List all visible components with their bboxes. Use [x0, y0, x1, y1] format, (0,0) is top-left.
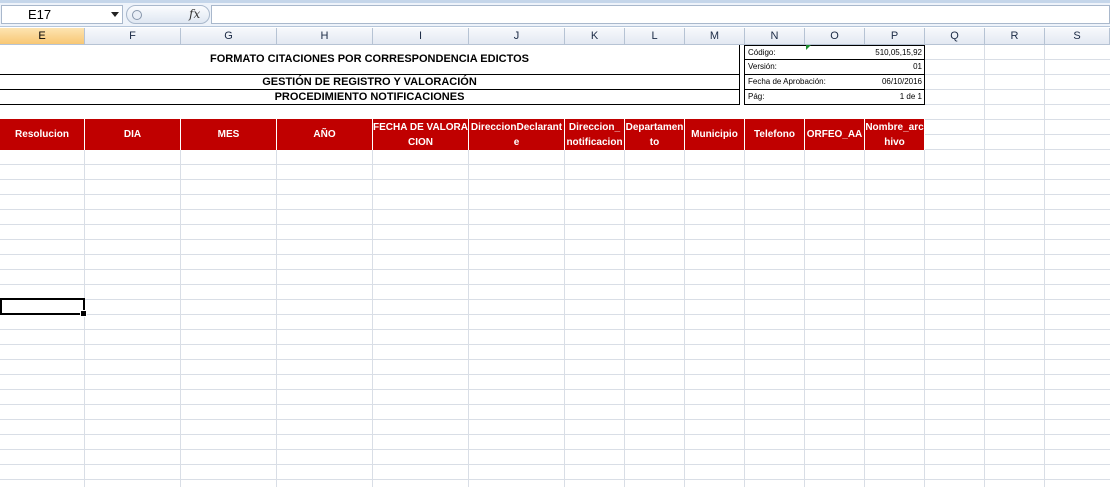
column-header-o[interactable]: O	[805, 28, 865, 45]
info-value: 06/10/2016	[881, 77, 922, 86]
info-value: 510,05,15,92	[875, 48, 922, 57]
column-header-r[interactable]: R	[985, 28, 1045, 45]
name-box-value: E17	[28, 7, 52, 22]
grid-row-line	[0, 179, 1110, 180]
column-header-n[interactable]: N	[745, 28, 805, 45]
grid-row-line	[0, 239, 1110, 240]
header-cell[interactable]: DireccionDeclarante	[469, 119, 565, 150]
info-value: 01	[913, 62, 922, 71]
grid-row-line	[925, 104, 1110, 105]
name-box[interactable]: E17	[1, 5, 123, 24]
header-cell[interactable]: Nombre_archivo	[865, 119, 925, 150]
header-cell[interactable]: Telefono	[745, 119, 805, 150]
grid-column-line	[180, 150, 181, 487]
grid-row-line	[0, 479, 1110, 480]
grid-column-line	[684, 150, 685, 487]
fill-handle[interactable]	[80, 310, 87, 317]
grid-column-line	[84, 150, 85, 487]
info-value: 1 de 1	[899, 92, 922, 101]
column-headers: EFGHIJKLMNOPQRS	[0, 28, 1110, 45]
header-cell[interactable]: Municipio	[685, 119, 745, 150]
grid-row-line	[925, 74, 1110, 75]
sheet-subtitle[interactable]: GESTIÓN DE REGISTRO Y VALORACIÓN	[0, 75, 740, 90]
spacer-row	[0, 105, 925, 119]
column-header-j[interactable]: J	[469, 28, 565, 45]
grid-row-line	[0, 434, 1110, 435]
grid-column-line	[276, 150, 277, 487]
header-cell[interactable]: FECHA DE VALORACION	[373, 119, 469, 150]
grid-row-line	[0, 254, 1110, 255]
sheet-title[interactable]: FORMATO CITACIONES POR CORRESPONDENCIA E…	[0, 45, 740, 75]
header-cell[interactable]: MES	[181, 119, 277, 150]
grid-column-line	[624, 150, 625, 487]
insert-function-icon[interactable]: fx	[189, 7, 200, 21]
grid-row-line	[0, 374, 1110, 375]
grid-row-line	[0, 389, 1110, 390]
sheet-procedure[interactable]: PROCEDIMIENTO NOTIFICACIONES	[0, 90, 740, 105]
grid-row-line	[0, 329, 1110, 330]
header-cell[interactable]: Direccion_ notificacion	[565, 119, 625, 150]
grid-row-line	[0, 359, 1110, 360]
grid-row-line	[0, 224, 1110, 225]
grid-column-line	[372, 150, 373, 487]
grid-row-line	[0, 449, 1110, 450]
column-header-q[interactable]: Q	[925, 28, 985, 45]
grid-row-line	[0, 344, 1110, 345]
formula-tools: fx	[126, 5, 210, 24]
grid-column-line	[984, 45, 985, 487]
grid-column-line	[1044, 45, 1045, 487]
active-cell-selection[interactable]	[0, 298, 87, 317]
grid-row-line	[0, 419, 1110, 420]
grid-row-line	[925, 134, 1110, 135]
grid-column-line	[744, 150, 745, 487]
column-header-h[interactable]: H	[277, 28, 373, 45]
header-cell[interactable]: Resolucion	[0, 119, 85, 150]
column-header-m[interactable]: M	[685, 28, 745, 45]
grid-column-line	[804, 150, 805, 487]
column-header-s[interactable]: S	[1045, 28, 1110, 45]
grid-row-line	[0, 404, 1110, 405]
column-header-i[interactable]: I	[373, 28, 469, 45]
column-header-l[interactable]: L	[625, 28, 685, 45]
grid-column-line	[468, 150, 469, 487]
column-header-g[interactable]: G	[181, 28, 277, 45]
grid-row-line	[0, 284, 1110, 285]
header-cell[interactable]: Departamento	[625, 119, 685, 150]
info-label: Código:	[748, 48, 776, 57]
info-version[interactable]: Versión: 01	[744, 60, 925, 75]
error-indicator-icon	[806, 45, 811, 50]
grid-row-line	[0, 314, 1110, 315]
info-codigo[interactable]: Código: 510,05,15,92	[744, 45, 925, 60]
grid-row-line	[925, 59, 1110, 60]
grid-row-line	[0, 299, 1110, 300]
column-header-p[interactable]: P	[865, 28, 925, 45]
grid-row-line	[0, 164, 1110, 165]
grid-row-line	[0, 209, 1110, 210]
grid-row-line	[925, 89, 1110, 90]
header-cell[interactable]: DIA	[85, 119, 181, 150]
header-cell[interactable]: ORFEO_AA	[805, 119, 865, 150]
info-label: Fecha de Aprobación:	[748, 77, 826, 86]
grid-row-line	[0, 269, 1110, 270]
info-label: Pág:	[748, 92, 765, 101]
grid-row-line	[0, 464, 1110, 465]
column-header-e[interactable]: E	[0, 28, 85, 45]
grid-column-line	[864, 150, 865, 487]
header-cell[interactable]: AÑO	[277, 119, 373, 150]
grid-row-line	[0, 194, 1110, 195]
grid-row-line	[925, 119, 1110, 120]
formula-bar: E17 fx	[0, 3, 1110, 27]
info-label: Versión:	[748, 62, 777, 71]
grid-column-line	[924, 150, 925, 487]
column-header-f[interactable]: F	[85, 28, 181, 45]
dropdown-arrow-icon[interactable]	[111, 12, 119, 17]
column-header-k[interactable]: K	[565, 28, 625, 45]
expand-handle-icon[interactable]	[132, 10, 142, 20]
info-fecha[interactable]: Fecha de Aprobación: 06/10/2016	[744, 75, 925, 90]
worksheet-grid[interactable]: FORMATO CITACIONES POR CORRESPONDENCIA E…	[0, 45, 1110, 487]
info-pagina[interactable]: Pág: 1 de 1	[744, 90, 925, 105]
grid-column-line	[564, 150, 565, 487]
formula-input[interactable]	[211, 5, 1110, 24]
